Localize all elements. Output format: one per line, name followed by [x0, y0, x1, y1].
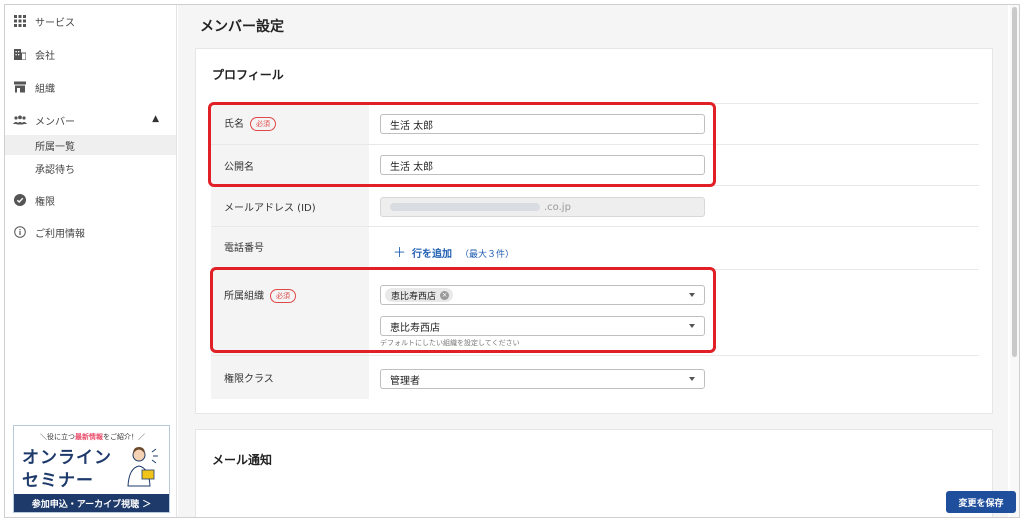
online-seminar-banner[interactable]: ＼役に立つ最新情報をご紹介！／ オンライン セミナー 参加申込・アーカイブ視聴 …: [13, 425, 170, 513]
highlight-name-fields: [208, 102, 716, 187]
sidebar-subitem-affiliation-list[interactable]: 所属一覧: [5, 135, 176, 155]
sidebar-item-label: 権限: [35, 196, 55, 208]
phone-label: 電話番号: [224, 243, 264, 254]
sidebar-item-services[interactable]: サービス: [13, 12, 75, 30]
banner-cta[interactable]: 参加申込・アーカイブ視聴 ＞: [14, 494, 169, 512]
sidebar-item-label: メンバー: [35, 116, 75, 128]
email-row: メールアドレス (ID) .co.jp: [211, 185, 979, 226]
building-icon: [13, 47, 27, 61]
save-changes-button[interactable]: 変更を保存: [946, 491, 1016, 513]
sidebar-item-label: ご利用情報: [35, 228, 85, 240]
sidebar-item-label: 組織: [35, 83, 55, 95]
sidebar-item-members[interactable]: メンバー ▲: [13, 111, 169, 129]
sidebar-subitem-pending-approval[interactable]: 承認待ち: [35, 161, 75, 176]
main-content: メンバー設定 プロフィール 氏名 必須 生活 太郎 公開名 生活 太郎 メールア…: [178, 5, 1008, 517]
chevron-down-icon: [689, 377, 695, 381]
add-row-button[interactable]: ＋行を追加 （最大３件）: [393, 242, 514, 261]
role-select[interactable]: 管理者: [380, 369, 705, 389]
email-field: .co.jp: [380, 197, 705, 217]
sidebar-item-organization[interactable]: 組織: [13, 78, 55, 96]
role-row: 権限クラス 管理者: [211, 355, 979, 399]
email-label: メールアドレス (ID): [224, 203, 316, 214]
sidebar-item-label: サービス: [35, 17, 75, 29]
presenter-illustration: [127, 447, 158, 487]
app-window: サービス 会社 組織 メンバー ▲ 所属一覧 承認待ち 権限 ご利用情報 ＼役に…: [4, 4, 1020, 518]
sidebar-item-permissions[interactable]: 権限: [13, 191, 55, 209]
sidebar: サービス 会社 組織 メンバー ▲ 所属一覧 承認待ち 権限 ご利用情報 ＼役に…: [5, 5, 177, 517]
store-icon: [13, 80, 27, 94]
banner-tagline: ＼役に立つ最新情報をご紹介！／: [40, 433, 145, 441]
banner-title-line1: オンライン: [22, 448, 112, 468]
plus-icon: ＋: [393, 246, 407, 261]
phone-row: 電話番号 ＋行を追加 （最大３件）: [211, 226, 979, 269]
sidebar-item-label: 会社: [35, 50, 55, 62]
banner-title-line2: セミナー: [22, 471, 94, 491]
shield-icon: [13, 193, 27, 207]
redacted-email: [390, 203, 540, 211]
scrollbar[interactable]: [1010, 5, 1019, 517]
mail-notification-card: メール通知: [195, 429, 993, 517]
highlight-organization-field: [210, 267, 716, 353]
profile-section-title: プロフィール: [212, 68, 284, 82]
members-icon: [13, 113, 27, 127]
page-title: メンバー設定: [200, 19, 284, 35]
info-icon: [13, 225, 27, 239]
scrollbar-thumb[interactable]: [1012, 7, 1017, 357]
chevron-up-icon[interactable]: ▲: [152, 114, 159, 124]
mail-section-title: メール通知: [212, 453, 273, 467]
role-label: 権限クラス: [224, 374, 274, 385]
sidebar-item-usage-info[interactable]: ご利用情報: [13, 223, 85, 241]
grid-icon: [13, 14, 27, 28]
sidebar-item-company[interactable]: 会社: [13, 45, 55, 63]
